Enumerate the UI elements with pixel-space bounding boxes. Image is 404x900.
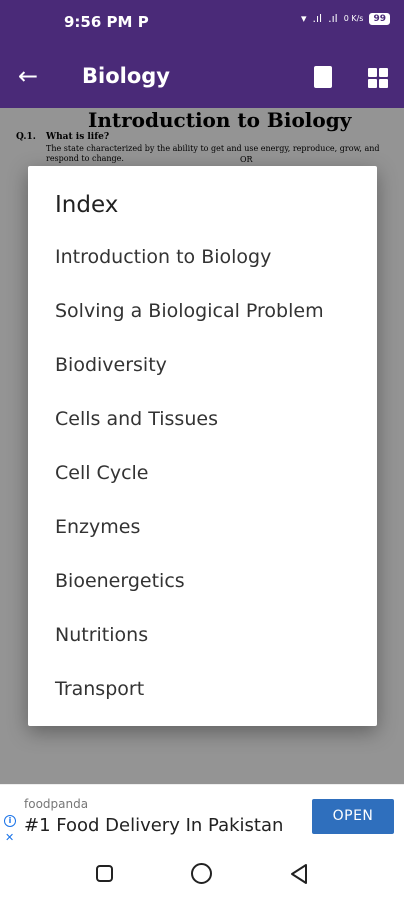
app-bar: ← Biology	[0, 44, 404, 108]
page-title: Biology	[82, 64, 170, 88]
index-item-cell-cycle[interactable]: Cell Cycle	[55, 462, 148, 484]
index-item-biodiversity[interactable]: Biodiversity	[55, 354, 167, 376]
battery-icon: 99	[369, 12, 390, 25]
close-icon[interactable]: ✕	[5, 831, 14, 844]
dialog-title: Index	[55, 192, 119, 218]
ad-headline[interactable]: #1 Food Delivery In Pakistan	[24, 815, 283, 836]
ad-brand: foodpanda	[24, 797, 89, 811]
wifi-icon: ▾	[300, 12, 307, 25]
index-item-solving-a-biological-problem[interactable]: Solving a Biological Problem	[55, 300, 324, 322]
system-nav-bar	[0, 846, 404, 900]
status-time: 9:56 PM P	[64, 13, 149, 31]
index-item-nutritions[interactable]: Nutritions	[55, 624, 148, 646]
index-item-cells-and-tissues[interactable]: Cells and Tissues	[55, 408, 218, 430]
ad-open-button[interactable]: OPEN	[312, 799, 394, 834]
home-icon[interactable]	[191, 863, 212, 884]
signal-icon-2: .ıl	[328, 12, 338, 25]
arrow-left-icon[interactable]: ←	[18, 62, 38, 90]
index-item-enzymes[interactable]: Enzymes	[55, 516, 140, 538]
index-dialog: Index Introduction to Biology Solving a …	[28, 166, 377, 726]
status-bar: 9:56 PM P ▾ .ıl .ıl 0 K/s 99	[0, 0, 404, 44]
index-item-introduction-to-biology[interactable]: Introduction to Biology	[55, 246, 271, 268]
recents-icon[interactable]	[96, 865, 113, 882]
index-item-transport[interactable]: Transport	[55, 678, 144, 700]
grid-icon[interactable]	[368, 68, 388, 88]
index-item-bioenergetics[interactable]: Bioenergetics	[55, 570, 185, 592]
ad-banner[interactable]: i ✕ foodpanda #1 Food Delivery In Pakist…	[0, 784, 404, 846]
status-icons: ▾ .ıl .ıl 0 K/s 99	[301, 12, 390, 25]
info-icon[interactable]: i	[4, 815, 16, 827]
book-icon[interactable]	[314, 66, 332, 88]
network-rate: 0 K/s	[343, 14, 364, 23]
signal-icon: .ıl	[312, 12, 323, 25]
back-icon[interactable]	[289, 863, 309, 885]
